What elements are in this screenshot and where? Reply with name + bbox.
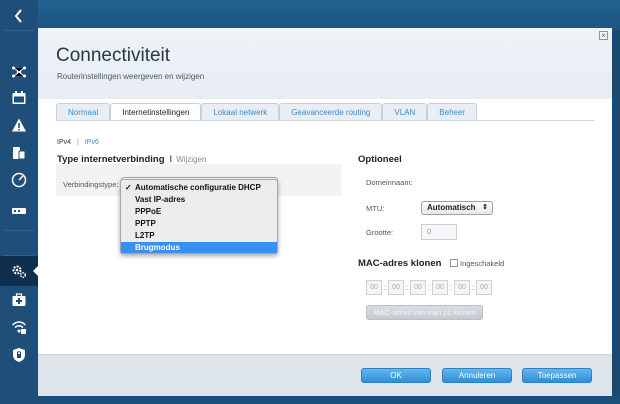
tab-normaal[interactable]: Normaal: [56, 103, 111, 120]
tab-geavanceerde-routing[interactable]: Geavanceerde routing: [279, 103, 383, 120]
ipv6-link[interactable]: IPv6: [85, 139, 99, 146]
devices-icon[interactable]: [0, 138, 38, 168]
mac-octet-field[interactable]: 00: [432, 280, 448, 295]
top-background: [38, 0, 620, 30]
checkmark-icon: ✓: [125, 183, 132, 192]
dialog-footer: OK Annuleren Toepassen: [38, 354, 612, 396]
wifi-icon[interactable]: [0, 312, 38, 342]
gear-icon[interactable]: [0, 256, 38, 286]
size-label: Grootte:: [366, 228, 394, 237]
ok-button[interactable]: OK: [361, 368, 431, 383]
connectivity-dialog: × Connectiviteit Routerinstellingen weer…: [38, 28, 612, 396]
mac-clone-heading: MAC-adres klonen: [358, 258, 442, 269]
enabled-checkbox[interactable]: [450, 259, 458, 267]
network-map-icon[interactable]: [0, 56, 38, 86]
dropdown-option-pptp[interactable]: PPTP: [121, 218, 277, 229]
close-button[interactable]: ×: [599, 31, 608, 40]
enabled-label: Ingeschakeld: [460, 259, 505, 268]
dropdown-option-l2tp[interactable]: L2TP: [121, 230, 277, 241]
page-subtitle: Routerinstellingen weergeven en wijzigen: [57, 72, 205, 81]
tab-lokaal-netwerk[interactable]: Lokaal netwerk: [201, 103, 280, 120]
mac-octet-field[interactable]: 00: [454, 280, 470, 295]
mtu-label: MTU:: [366, 204, 385, 213]
page-title: Connectiviteit: [56, 45, 171, 66]
speed-gauge-icon[interactable]: [0, 165, 38, 195]
ip-separator: |: [77, 139, 79, 146]
change-link[interactable]: Wijzigen: [176, 155, 206, 164]
clone-mac-button[interactable]: MAC-adres van mijn pc klonen: [366, 305, 483, 320]
router-icon[interactable]: [0, 195, 38, 225]
calendar-icon[interactable]: [0, 83, 38, 113]
optional-heading: Optioneel: [358, 154, 402, 165]
ip-version-switch: IPv4 | IPv6: [57, 139, 99, 146]
tab-underline: [56, 120, 594, 121]
mac-octet-field[interactable]: 00: [366, 280, 382, 295]
mac-octet-field[interactable]: 00: [476, 280, 492, 295]
mac-octet-field[interactable]: 00: [388, 280, 404, 295]
tab-beheer[interactable]: Beheer: [427, 103, 478, 120]
dropdown-option-pppoe[interactable]: PPPoE: [121, 206, 277, 217]
mac-octet-field[interactable]: 00: [410, 280, 426, 295]
sidebar-divider: [4, 30, 34, 31]
shield-lock-icon[interactable]: [0, 340, 38, 370]
dropdown-option-dhcp[interactable]: ✓ Automatische configuratie DHCP: [121, 182, 277, 193]
tab-bar: Normaal Internetinstellingen Lokaal netw…: [56, 103, 478, 120]
connection-type-label: Verbindingstype:: [63, 180, 119, 189]
mtu-value: Automatisch: [427, 203, 476, 212]
size-input[interactable]: 0: [421, 224, 457, 240]
mac-address-fields: 00 : 00 : 00 : 00 : 00 : 00: [366, 280, 492, 295]
left-sidebar: [0, 0, 38, 404]
chevron-left-icon[interactable]: [0, 0, 38, 32]
tab-internetinstellingen[interactable]: Internetinstellingen: [110, 103, 202, 120]
mtu-select[interactable]: Automatisch ⇕: [421, 201, 493, 215]
warning-triangle-icon[interactable]: [0, 110, 38, 140]
sidebar-divider: [4, 230, 34, 231]
ipv4-option[interactable]: IPv4: [57, 139, 71, 146]
dropdown-option-static-ip[interactable]: Vast IP-adres: [121, 194, 277, 205]
cancel-button[interactable]: Annuleren: [442, 368, 512, 383]
connection-type-dropdown: ✓ Automatische configuratie DHCP Vast IP-…: [120, 179, 278, 254]
bottom-background: [38, 396, 620, 404]
domain-name-label: Domeinnaam:: [366, 178, 413, 187]
dropdown-option-bridge-mode[interactable]: Brugmodus: [121, 242, 277, 253]
apply-button[interactable]: Toepassen: [522, 368, 592, 383]
tab-vlan[interactable]: VLAN: [382, 103, 428, 120]
first-aid-icon[interactable]: [0, 285, 38, 315]
updown-arrow-icon: ⇕: [482, 204, 488, 211]
